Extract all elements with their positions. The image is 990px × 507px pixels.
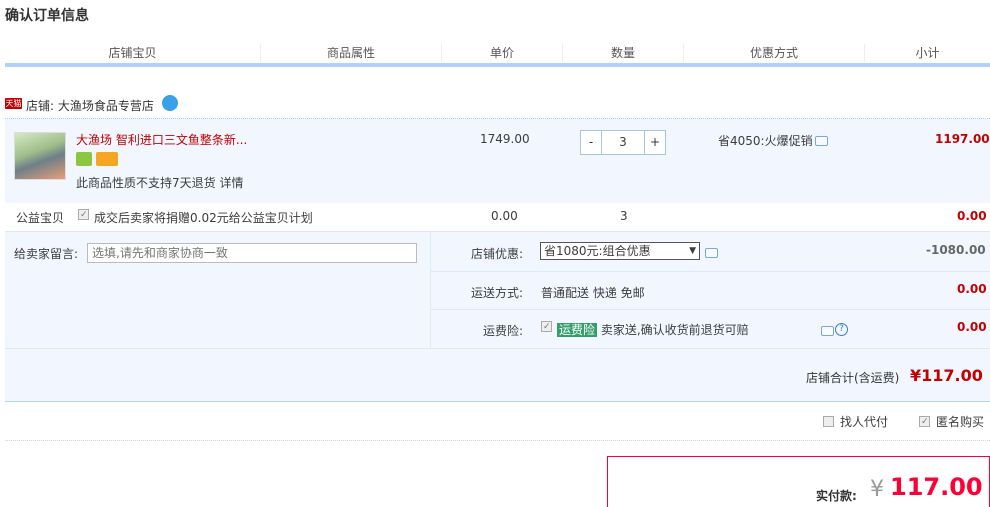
- shop-discount-select[interactable]: 省1080元:组合优惠 ▼: [540, 242, 700, 260]
- shop-total-label: 店铺合计(含运费): [806, 371, 900, 385]
- message-input[interactable]: [87, 243, 417, 263]
- shop-discount-selected: 省1080元:组合优惠: [544, 244, 651, 258]
- col-header-discount: 优惠方式: [749, 46, 798, 60]
- col-header-shop-item: 店铺宝贝: [108, 46, 157, 60]
- charity-text: 成交后卖家将捐赠0.02元给公益宝贝计划: [94, 211, 313, 225]
- discount-comment-icon[interactable]: [705, 248, 718, 258]
- shipping-method: 普通配送 快递 免邮: [541, 286, 645, 300]
- card-badge-icon[interactable]: [96, 152, 118, 166]
- anonymous-label: 匿名购买: [936, 415, 985, 429]
- promo-comment-icon[interactable]: [815, 136, 828, 146]
- shop-discount-label: 店铺优惠:: [470, 247, 523, 261]
- dropdown-arrow-icon: ▼: [689, 246, 696, 256]
- row-divider: [431, 271, 990, 272]
- quantity-stepper[interactable]: - 3 +: [580, 130, 666, 155]
- shipping-amount: 0.00: [957, 282, 987, 296]
- col-header-attributes: 商品属性: [326, 46, 375, 60]
- item-subtotal: 1197.00: [935, 132, 990, 146]
- charity-subtotal: 0.00: [957, 209, 987, 223]
- col-header-subtotal: 小计: [915, 46, 940, 60]
- col-header-price: 单价: [489, 46, 514, 60]
- product-thumbnail[interactable]: [14, 132, 66, 180]
- row-divider: [5, 348, 990, 349]
- row-divider: [431, 309, 990, 310]
- charity-price: 0.00: [491, 209, 518, 223]
- wangwang-chat-icon[interactable]: [162, 95, 178, 111]
- charity-label: 公益宝贝: [16, 211, 65, 225]
- promo-text: 省4050:火爆促销: [718, 134, 813, 148]
- service-badge-icon[interactable]: [76, 152, 92, 166]
- quantity-minus-button[interactable]: -: [581, 131, 601, 154]
- shop-total-value: ¥117.00: [910, 366, 983, 385]
- page-title: 确认订单信息: [5, 8, 89, 24]
- proxy-pay-label: 找人代付: [840, 415, 889, 429]
- unit-price: 1749.00: [480, 132, 530, 146]
- payment-label: 实付款:: [816, 489, 857, 503]
- col-header-quantity: 数量: [610, 46, 635, 60]
- message-label: 给卖家留言:: [14, 247, 79, 261]
- insurance-tag: 运费险: [557, 323, 598, 337]
- shipping-label: 运送方式:: [470, 286, 523, 300]
- help-icon[interactable]: ?: [835, 323, 848, 336]
- anonymous-option[interactable]: 匿名购买: [919, 413, 984, 430]
- shop-discount-amount: -1080.00: [926, 243, 986, 257]
- quantity-input[interactable]: 3: [601, 131, 645, 154]
- proxy-pay-checkbox[interactable]: [823, 416, 834, 427]
- payment-amount: 117.00: [890, 473, 983, 501]
- proxy-pay-option[interactable]: 找人代付: [823, 413, 888, 430]
- return-policy-note[interactable]: 此商品性质不支持7天退货 详情: [76, 174, 243, 191]
- panel-divider: [430, 232, 431, 348]
- options-divider: [5, 440, 990, 441]
- insurance-text: 卖家送,确认收货前退货可赔: [600, 323, 749, 337]
- insurance-amount: 0.00: [957, 320, 987, 334]
- charity-qty: 3: [620, 209, 628, 223]
- insurance-comment-icon[interactable]: [821, 326, 834, 336]
- insurance-checkbox: [541, 321, 552, 332]
- tmall-badge: 天猫: [5, 98, 22, 109]
- shop-name-link[interactable]: 店铺: 大渔场食品专营店: [26, 97, 154, 114]
- anonymous-checkbox[interactable]: [919, 416, 930, 427]
- charity-checkbox: [78, 209, 89, 220]
- quantity-plus-button[interactable]: +: [645, 131, 665, 154]
- payment-currency: ¥: [870, 477, 884, 502]
- product-name-link[interactable]: 大渔场 智利进口三文鱼整条新...: [76, 131, 247, 148]
- insurance-label: 运费险:: [482, 324, 523, 338]
- header-bar: [5, 63, 990, 67]
